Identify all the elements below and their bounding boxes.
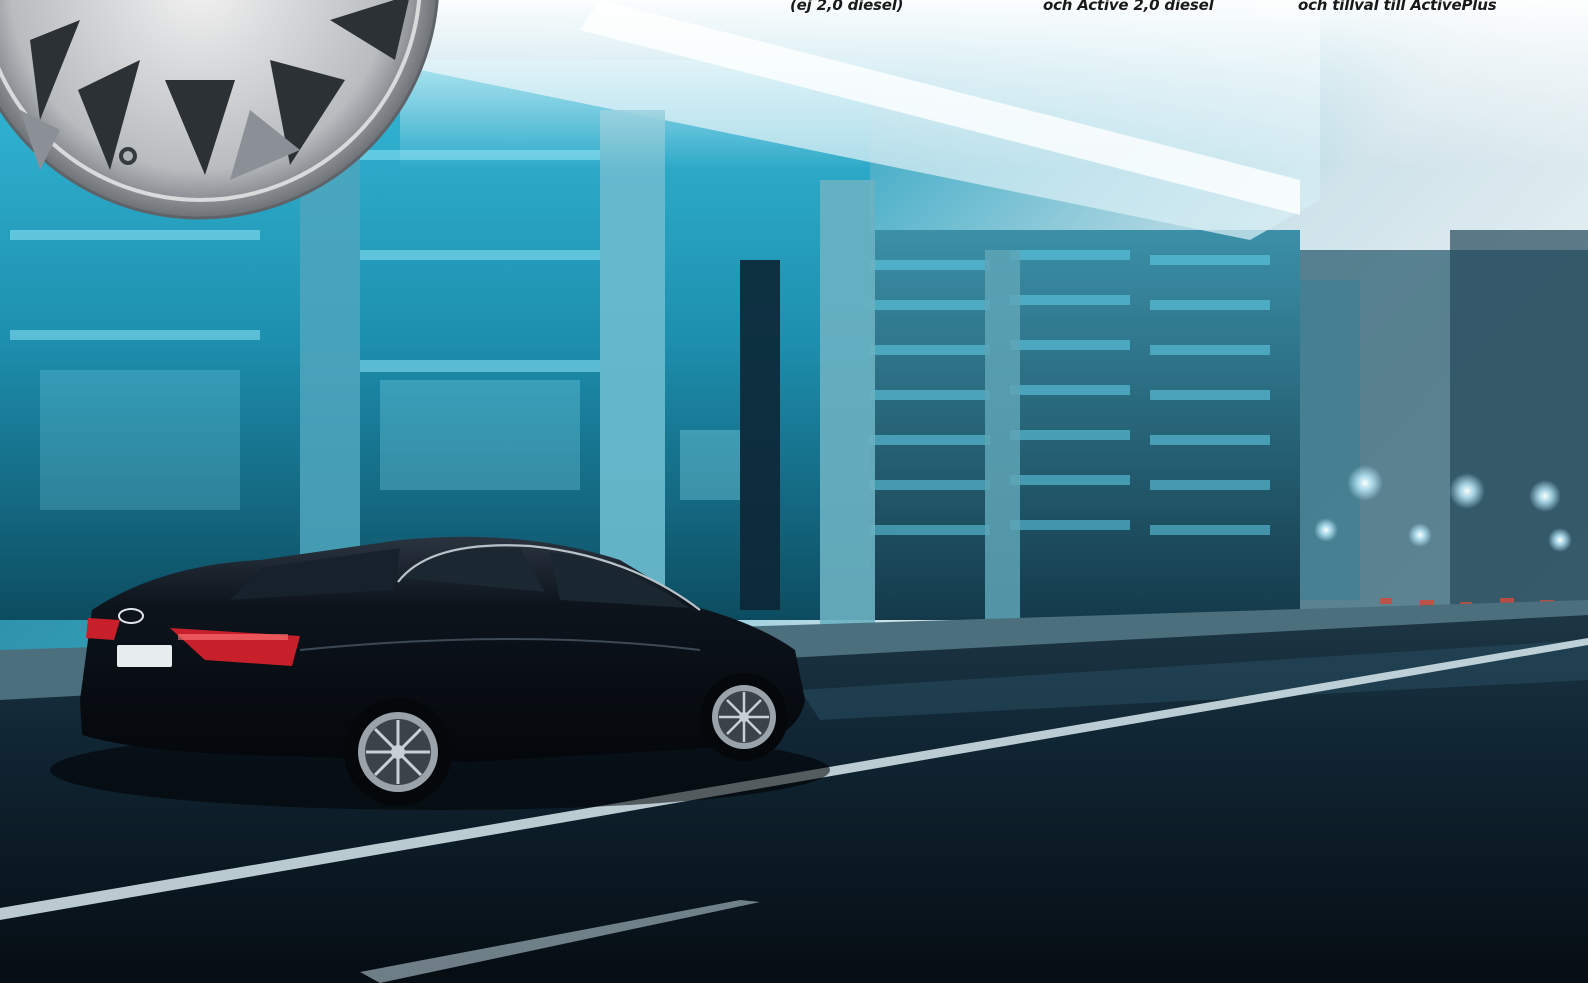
license-plate (117, 645, 172, 667)
photo-scene (0, 0, 1588, 983)
caption-3: och tillval till ActivePlus (1298, 0, 1497, 14)
night-city-photo (0, 0, 1588, 983)
caption-2: och Active 2,0 diesel (1043, 0, 1214, 14)
caption-1: (ej 2,0 diesel) (790, 0, 904, 14)
